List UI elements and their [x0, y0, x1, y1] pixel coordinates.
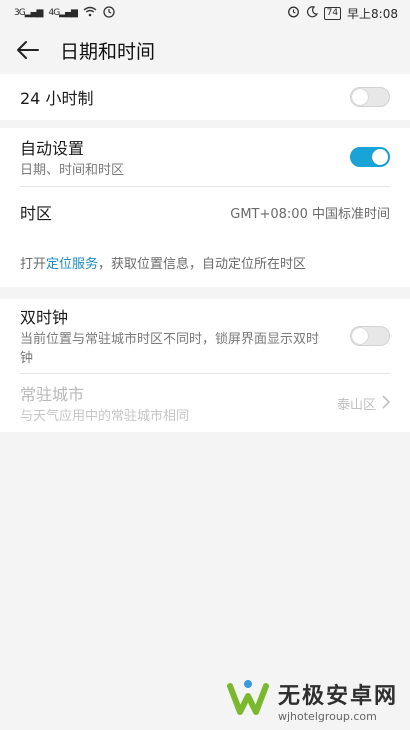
home-city-value: 泰山区: [336, 397, 376, 413]
page-title: 日期和时间: [60, 40, 156, 63]
toggle-knob: [352, 89, 368, 105]
location-service-link[interactable]: 定位服务: [46, 257, 98, 272]
status-time: 早上8:08: [347, 6, 398, 21]
home-city-label: 常驻城市: [20, 384, 85, 404]
moon-icon: [306, 5, 318, 21]
home-city-sub: 与天气应用中的常驻城市相同: [20, 408, 190, 424]
auto-setting-sub: 日期、时间和时区: [20, 162, 125, 178]
auto-setting-label: 自动设置: [20, 138, 85, 158]
dual-clock-label: 双时钟: [20, 308, 69, 327]
note-prefix: 打开: [20, 256, 47, 272]
toggle-knob: [352, 328, 368, 344]
dual-clock-row[interactable]: 双时钟 当前位置与常驻城市时区不同时，锁屏界面显示双时钟: [0, 299, 410, 373]
status-left: 3G▂▄▆ 4G▂▄▆: [14, 5, 115, 21]
signal-4g-icon: 4G▂▄▆: [48, 8, 77, 18]
watermark-cn: 无极安卓网: [277, 683, 398, 709]
note-suffix: ，获取位置信息，自动定位所在时区: [98, 256, 307, 272]
battery-icon: 74: [323, 6, 342, 20]
toggle-knob: [372, 149, 388, 165]
data-saver-icon: [103, 5, 115, 21]
watermark: 无极安卓网 wjhotelgroup.com: [226, 676, 398, 724]
chevron-right-icon: [382, 394, 391, 413]
alarm-icon: [287, 5, 300, 21]
hour24-row[interactable]: 24 小时制: [0, 74, 410, 120]
hour24-toggle[interactable]: [350, 87, 390, 107]
hour24-label: 24 小时制: [20, 89, 94, 108]
title-bar: 日期和时间: [0, 26, 410, 74]
timezone-value: GMT+08:00 中国标准时间: [230, 206, 390, 222]
home-city-row[interactable]: 常驻城市 与天气应用中的常驻城市相同 泰山区: [0, 374, 410, 432]
watermark-logo-icon: [226, 676, 270, 724]
location-note: 打开定位服务，获取位置信息，自动定位所在时区: [0, 237, 410, 287]
signal-3g-icon: 3G▂▄▆: [14, 8, 43, 18]
timezone-label: 时区: [20, 204, 53, 223]
dual-clock-card: 双时钟 当前位置与常驻城市时区不同时，锁屏界面显示双时钟 常驻城市 与天气应用中…: [0, 299, 410, 432]
auto-setting-toggle[interactable]: [350, 147, 390, 167]
status-right: 74 早上8:08: [287, 5, 398, 22]
hour24-card: 24 小时制: [0, 74, 410, 120]
back-arrow-icon[interactable]: [16, 35, 46, 65]
timezone-row[interactable]: 时区 GMT+08:00 中国标准时间: [0, 187, 410, 237]
auto-setting-row[interactable]: 自动设置 日期、时间和时区: [0, 128, 410, 186]
watermark-en: wjhotelgroup.com: [277, 709, 377, 723]
dual-clock-toggle[interactable]: [350, 326, 390, 346]
time-settings-card: 自动设置 日期、时间和时区 时区 GMT+08:00 中国标准时间 打开定位服务…: [0, 128, 410, 287]
status-bar: 3G▂▄▆ 4G▂▄▆ 74 早上8:08: [0, 0, 410, 26]
dual-clock-sub: 当前位置与常驻城市时区不同时，锁屏界面显示双时钟: [20, 332, 320, 366]
wifi-icon: [83, 6, 97, 20]
